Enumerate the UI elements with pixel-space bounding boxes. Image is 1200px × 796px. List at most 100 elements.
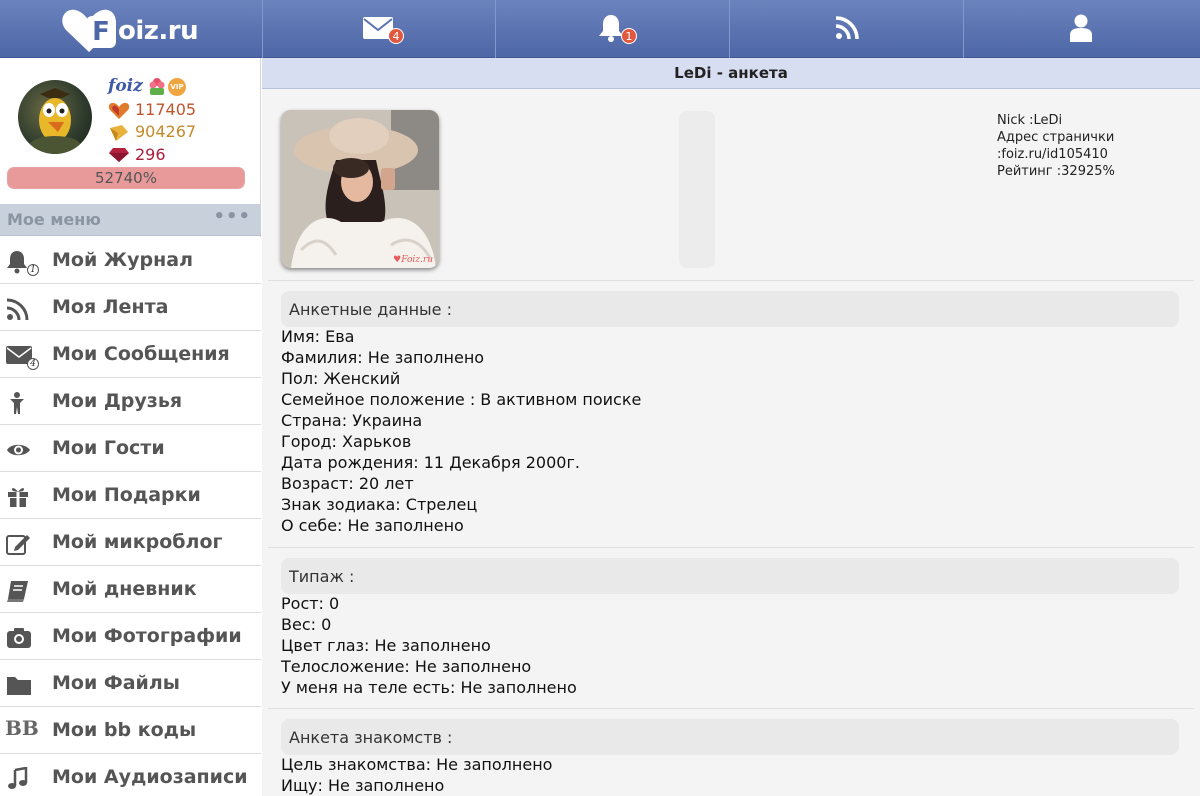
user-icon bbox=[1070, 14, 1092, 42]
empty-media-box bbox=[679, 111, 715, 268]
gold-value: 904267 bbox=[135, 122, 197, 141]
logo-text: oiz.ru bbox=[118, 16, 199, 46]
address-label: Адрес странички bbox=[997, 130, 1115, 145]
journal-badge: 1 bbox=[27, 264, 39, 276]
address-link[interactable]: :foiz.ru/id105410 bbox=[997, 146, 1115, 163]
notifications-badge: 1 bbox=[621, 28, 637, 44]
menu-item-label: Мой дневник bbox=[52, 578, 197, 600]
field-row: Знак зодиака: Стрелец bbox=[281, 495, 478, 514]
field-row: Город: Харьков bbox=[281, 432, 412, 451]
section-header-appearance: Типаж : bbox=[281, 558, 1179, 594]
eye-icon bbox=[7, 444, 30, 456]
nav-feed[interactable] bbox=[729, 0, 963, 58]
field-row: Имя: Ева bbox=[281, 327, 355, 346]
menu-more-button[interactable]: ••• bbox=[213, 206, 251, 227]
page-title: LeDi - анкета bbox=[674, 64, 788, 82]
menu-item-gifts[interactable]: Мои Подарки bbox=[0, 472, 261, 519]
gems-value: 296 bbox=[135, 145, 166, 164]
menu-item-diary[interactable]: Мой дневник bbox=[0, 566, 261, 613]
section-title: Типаж : bbox=[289, 567, 355, 586]
section-title: Анкетные данные : bbox=[289, 300, 452, 319]
divider bbox=[268, 708, 1194, 709]
menu-item-bbcodes[interactable]: BB Мои bb коды bbox=[0, 707, 261, 754]
menu-item-label: Мои bb коды bbox=[52, 719, 197, 741]
username[interactable]: foiz bbox=[108, 76, 143, 96]
menu-item-journal[interactable]: 1 Мой Журнал bbox=[0, 237, 261, 284]
bb-icon: BB bbox=[5, 716, 39, 740]
divider bbox=[268, 547, 1194, 548]
nick-text: Nick :LeDi bbox=[997, 113, 1063, 128]
music-icon bbox=[8, 767, 28, 789]
profile-photo-image bbox=[281, 110, 439, 268]
section-header-dating: Анкета знакомств : bbox=[281, 719, 1179, 755]
nav-messages[interactable]: 4 bbox=[262, 0, 495, 58]
menu-item-label: Мои Файлы bbox=[52, 672, 180, 694]
camera-icon bbox=[7, 628, 31, 648]
field-row: Цель знакомства: Не заполнено bbox=[281, 755, 553, 774]
menu-item-feed[interactable]: Моя Лента bbox=[0, 284, 261, 331]
profile-photo[interactable]: ♥Foiz.ru bbox=[281, 110, 439, 268]
profile-card: foiz VIP 117405 904267 296 52740% bbox=[0, 58, 261, 204]
hearts-value: 117405 bbox=[135, 100, 197, 119]
progress-text: 52740% bbox=[95, 169, 157, 187]
gift-icon bbox=[8, 488, 28, 507]
page-header: LeDi - анкета bbox=[262, 58, 1200, 89]
menu-item-microblog[interactable]: Мой микроблог bbox=[0, 519, 261, 566]
gold-icon bbox=[110, 125, 128, 141]
field-row: Страна: Украина bbox=[281, 411, 423, 430]
menu-item-label: Мой микроблог bbox=[52, 531, 223, 553]
field-row: Фамилия: Не заполнено bbox=[281, 348, 485, 367]
menu-title: Мое меню bbox=[7, 210, 101, 229]
vip-badge: VIP bbox=[168, 78, 186, 96]
menu-item-messages[interactable]: 4 Мои Сообщения bbox=[0, 331, 261, 378]
site-logo[interactable]: F oiz.ru bbox=[0, 0, 262, 58]
menu-item-label: Мои Гости bbox=[52, 437, 165, 459]
messages-badge: 4 bbox=[388, 28, 404, 44]
nav-profile[interactable] bbox=[963, 0, 1200, 58]
section-title: Анкета знакомств : bbox=[289, 728, 453, 747]
field-row: Цвет глаз: Не заполнено bbox=[281, 636, 491, 655]
main-content: LeDi - анкета ♥Foiz.ru Nick :LeDi Адрес … bbox=[262, 58, 1200, 796]
menu-item-photos[interactable]: Мои Фотографии bbox=[0, 613, 261, 660]
profile-info: Nick :LeDi Адрес странички :foiz.ru/id10… bbox=[997, 112, 1115, 180]
field-row: Ищу: Не заполнено bbox=[281, 776, 445, 795]
menu-item-label: Моя Лента bbox=[52, 296, 169, 318]
menu-item-label: Мои Друзья bbox=[52, 390, 183, 412]
nav-notifications[interactable]: 1 bbox=[495, 0, 729, 58]
top-navigation-bar: F oiz.ru 4 1 bbox=[0, 0, 1200, 58]
bell-icon bbox=[599, 15, 623, 42]
photo-watermark: ♥Foiz.ru bbox=[393, 255, 433, 265]
sidebar: foiz VIP 117405 904267 296 52740% Мое ме… bbox=[0, 58, 261, 796]
field-row: У меня на теле есть: Не заполнено bbox=[281, 678, 577, 697]
menu-item-label: Мои Фотографии bbox=[52, 625, 242, 647]
edit-icon bbox=[6, 535, 30, 555]
menu-item-label: Мой Журнал bbox=[52, 249, 193, 271]
logo-letter: F bbox=[86, 16, 116, 48]
menu-item-guests[interactable]: Мои Гости bbox=[0, 425, 261, 472]
field-row: О себе: Не заполнено bbox=[281, 516, 464, 535]
field-row: Телосложение: Не заполнено bbox=[281, 657, 532, 676]
menu-header: Мое меню ••• bbox=[0, 204, 261, 236]
menu-item-label: Мои Подарки bbox=[52, 484, 201, 506]
book-icon bbox=[7, 581, 28, 602]
menu-item-friends[interactable]: Мои Друзья bbox=[0, 378, 261, 425]
friend-icon bbox=[10, 392, 24, 414]
level-progress-bar: 52740% bbox=[7, 167, 245, 189]
field-row: Вес: 0 bbox=[281, 615, 332, 634]
field-row: Семейное положение : В активном поиске bbox=[281, 390, 642, 409]
menu-item-audio[interactable]: Мои Аудиозаписи bbox=[0, 754, 261, 796]
avatar-image bbox=[29, 88, 81, 154]
menu-item-label: Мои Сообщения bbox=[52, 343, 230, 365]
divider bbox=[268, 280, 1194, 281]
section-header-personal: Анкетные данные : bbox=[281, 291, 1179, 327]
menu-item-files[interactable]: Мои Файлы bbox=[0, 660, 261, 707]
avatar[interactable] bbox=[18, 80, 92, 154]
flower-icon bbox=[149, 78, 165, 95]
gem-icon bbox=[109, 148, 129, 162]
rss-icon bbox=[6, 298, 29, 321]
messages-menu-badge: 4 bbox=[27, 358, 39, 370]
field-row: Возраст: 20 лет bbox=[281, 474, 414, 493]
heart-icon bbox=[108, 102, 130, 119]
menu-item-label: Мои Аудиозаписи bbox=[52, 766, 248, 788]
folder-icon bbox=[7, 677, 31, 695]
